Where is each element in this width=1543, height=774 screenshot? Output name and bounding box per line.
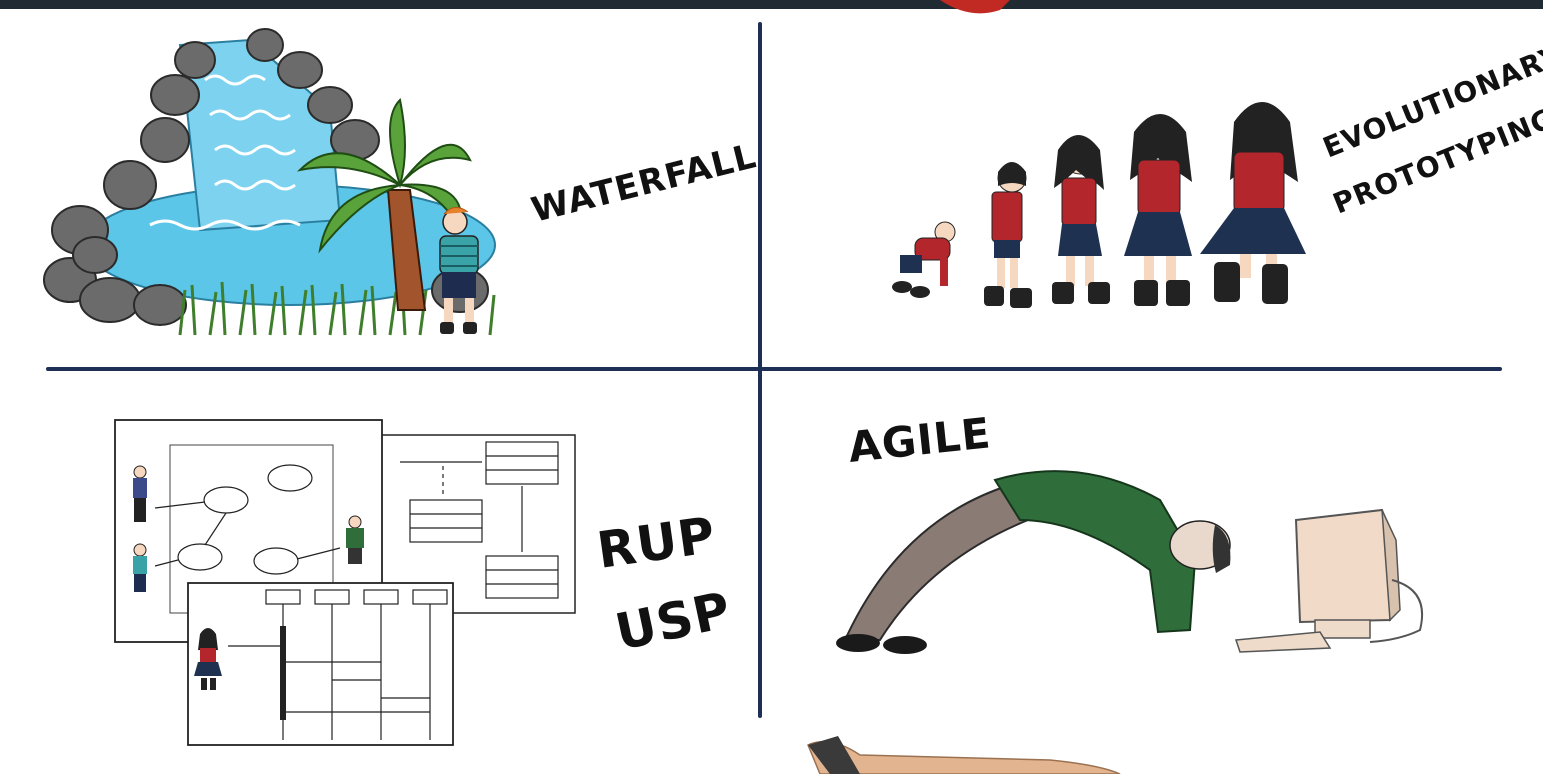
evolution-illustration <box>892 102 1306 308</box>
rup-label: RUP <box>594 506 720 580</box>
waterfall-illustration <box>43 28 496 336</box>
evolutionary-prototyping-label: EVOLUTIONARY PROTOTYPING <box>1318 39 1543 221</box>
agile-label: AGILE <box>846 408 993 472</box>
rup-usp-label: RUP USP <box>594 506 737 662</box>
usp-label: USP <box>610 581 736 662</box>
illustration-canvas: WATERFALL EVOLUTIONARY PROTOTYPING RUP U… <box>43 0 1543 774</box>
uml-diagram-illustration <box>114 419 576 746</box>
top-red-mark <box>940 0 1010 14</box>
waterfall-label: WATERFALL <box>528 136 761 231</box>
agile-person-illustration <box>836 470 1424 654</box>
